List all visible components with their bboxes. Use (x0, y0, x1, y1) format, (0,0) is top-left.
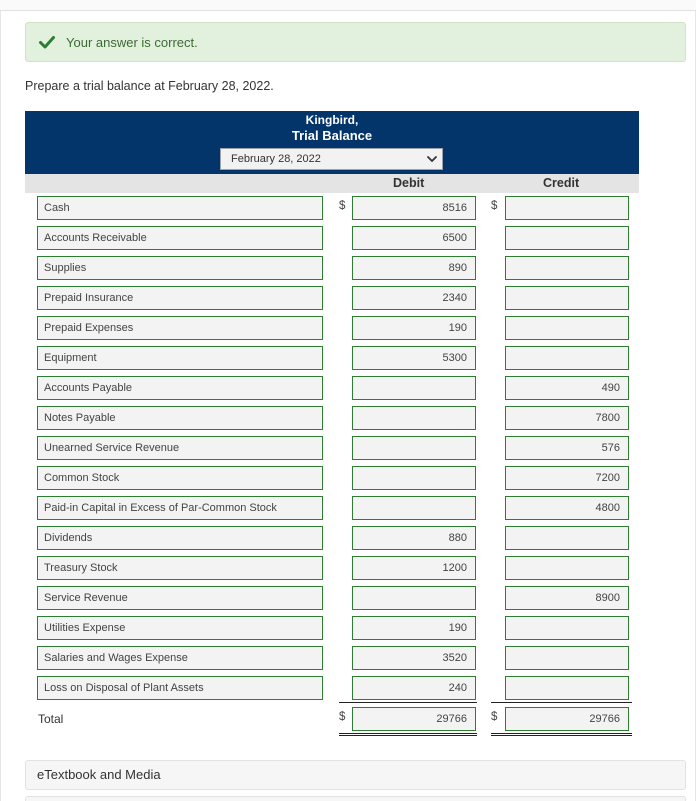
credit-amount-input[interactable]: 4800 (505, 496, 629, 520)
account-name-input[interactable]: Loss on Disposal of Plant Assets (37, 676, 323, 700)
debit-amount-input[interactable] (352, 496, 476, 520)
credit-amount-input[interactable] (505, 196, 629, 220)
credit-column-header: Credit (543, 176, 580, 190)
table-row: Loss on Disposal of Plant Assets 240 (0, 676, 696, 700)
table-row: Equipment 5300 (0, 346, 696, 370)
debit-amount-input[interactable] (352, 586, 476, 610)
credit-amount-input[interactable] (505, 226, 629, 250)
alert-message: Your answer is correct. (66, 34, 198, 50)
debit-amount-input[interactable]: 880 (352, 526, 476, 550)
table-row: Treasury Stock 1200 (0, 556, 696, 580)
instruction-text: Prepare a trial balance at February 28, … (25, 79, 274, 93)
debit-amount-input[interactable] (352, 376, 476, 400)
debit-amount-input[interactable] (352, 436, 476, 460)
credit-total-rule-1 (491, 733, 632, 734)
account-name-input[interactable]: Supplies (37, 256, 323, 280)
debit-amount-input[interactable]: 240 (352, 676, 476, 700)
table-row: Paid-in Capital in Excess of Par-Common … (0, 496, 696, 520)
debit-currency-symbol: $ (339, 200, 346, 212)
etextbook-media-button[interactable]: eTextbook and Media (25, 760, 686, 790)
credit-amount-input[interactable] (505, 256, 629, 280)
credit-amount-input[interactable] (505, 676, 629, 700)
table-row: Unearned Service Revenue 576 (0, 436, 696, 460)
table-row: Common Stock 7200 (0, 466, 696, 490)
debit-amount-input[interactable] (352, 406, 476, 430)
total-row: Total $ 29766 $ 29766 (0, 707, 696, 731)
total-credit-currency: $ (491, 711, 498, 723)
table-row: Prepaid Insurance 2340 (0, 286, 696, 310)
column-header-row: Debit Credit (25, 174, 639, 193)
debit-amount-input[interactable]: 890 (352, 256, 476, 280)
table-row: Utilities Expense 190 (0, 616, 696, 640)
debit-amount-input[interactable]: 190 (352, 616, 476, 640)
check-icon (39, 36, 55, 49)
credit-amount-input[interactable] (505, 556, 629, 580)
debit-amount-input[interactable] (352, 466, 476, 490)
debit-amount-input[interactable]: 6500 (352, 226, 476, 250)
total-credit-input[interactable]: 29766 (505, 707, 629, 731)
debit-amount-input[interactable]: 3520 (352, 646, 476, 670)
credit-currency-symbol: $ (491, 200, 498, 212)
table-row: Cash $ $8516 (0, 196, 696, 220)
account-name-input[interactable]: Cash (37, 196, 323, 220)
credit-amount-input[interactable] (505, 526, 629, 550)
account-name-input[interactable]: Notes Payable (37, 406, 323, 430)
total-label: Total (38, 712, 64, 726)
debit-amount-input[interactable]: 2340 (352, 286, 476, 310)
credit-amount-input[interactable] (505, 646, 629, 670)
account-name-input[interactable]: Prepaid Expenses (37, 316, 323, 340)
table-row: Prepaid Expenses 190 (0, 316, 696, 340)
account-name-input[interactable]: Service Revenue (37, 586, 323, 610)
chevron-down-icon (427, 156, 437, 162)
table-row: Dividends 880 (0, 526, 696, 550)
trial-balance-header: Kingbird, Trial Balance February 28, 202… (25, 111, 639, 174)
credit-amount-input[interactable]: 576 (505, 436, 629, 460)
debit-amount-input[interactable]: 5300 (352, 346, 476, 370)
debit-amount-input[interactable]: 8516 (352, 196, 476, 220)
table-row: Supplies 890 (0, 256, 696, 280)
debit-total-rule-2 (339, 735, 477, 736)
debit-total-rule-1 (339, 733, 477, 734)
account-name-input[interactable]: Dividends (37, 526, 323, 550)
account-name-input[interactable]: Prepaid Insurance (37, 286, 323, 310)
debit-amount-input[interactable]: 190 (352, 316, 476, 340)
debit-amount-input[interactable]: 1200 (352, 556, 476, 580)
credit-total-rule-2 (491, 735, 632, 736)
account-name-input[interactable]: Unearned Service Revenue (37, 436, 323, 460)
credit-amount-input[interactable]: 490 (505, 376, 629, 400)
credit-amount-input[interactable] (505, 346, 629, 370)
table-row: Accounts Receivable 6500 (0, 226, 696, 250)
credit-amount-input[interactable]: 7200 (505, 466, 629, 490)
debit-subtotal-rule (339, 702, 477, 703)
account-name-input[interactable]: Equipment (37, 346, 323, 370)
table-row: Accounts Payable 490 (0, 376, 696, 400)
credit-amount-input[interactable]: 7800 (505, 406, 629, 430)
account-name-input[interactable]: Treasury Stock (37, 556, 323, 580)
table-row: Notes Payable 7800 (0, 406, 696, 430)
date-dropdown-value: February 28, 2022 (231, 153, 321, 165)
account-name-input[interactable]: Utilities Expense (37, 616, 323, 640)
debit-column-header: Debit (393, 176, 425, 190)
company-name: Kingbird, (305, 113, 359, 127)
account-name-input[interactable]: Salaries and Wages Expense (37, 646, 323, 670)
next-section-bar (25, 796, 686, 801)
account-name-input[interactable]: Accounts Payable (37, 376, 323, 400)
statement-title: Trial Balance (291, 128, 373, 143)
credit-amount-input[interactable] (505, 616, 629, 640)
credit-amount-input[interactable] (505, 316, 629, 340)
credit-amount-input[interactable] (505, 286, 629, 310)
total-debit-currency: $ (339, 711, 346, 723)
correct-answer-alert: Your answer is correct. (25, 22, 686, 62)
account-name-input[interactable]: Paid-in Capital in Excess of Par-Common … (37, 496, 323, 520)
account-name-input[interactable]: Common Stock (37, 466, 323, 490)
top-bar (0, 0, 696, 11)
date-dropdown[interactable]: February 28, 2022 (220, 148, 443, 170)
credit-amount-input[interactable]: 8900 (505, 586, 629, 610)
table-row: Salaries and Wages Expense 3520 (0, 646, 696, 670)
credit-subtotal-rule (491, 702, 632, 703)
total-debit-input[interactable]: 29766 (352, 707, 476, 731)
account-name-input[interactable]: Accounts Receivable (37, 226, 323, 250)
table-row: Service Revenue 8900 (0, 586, 696, 610)
